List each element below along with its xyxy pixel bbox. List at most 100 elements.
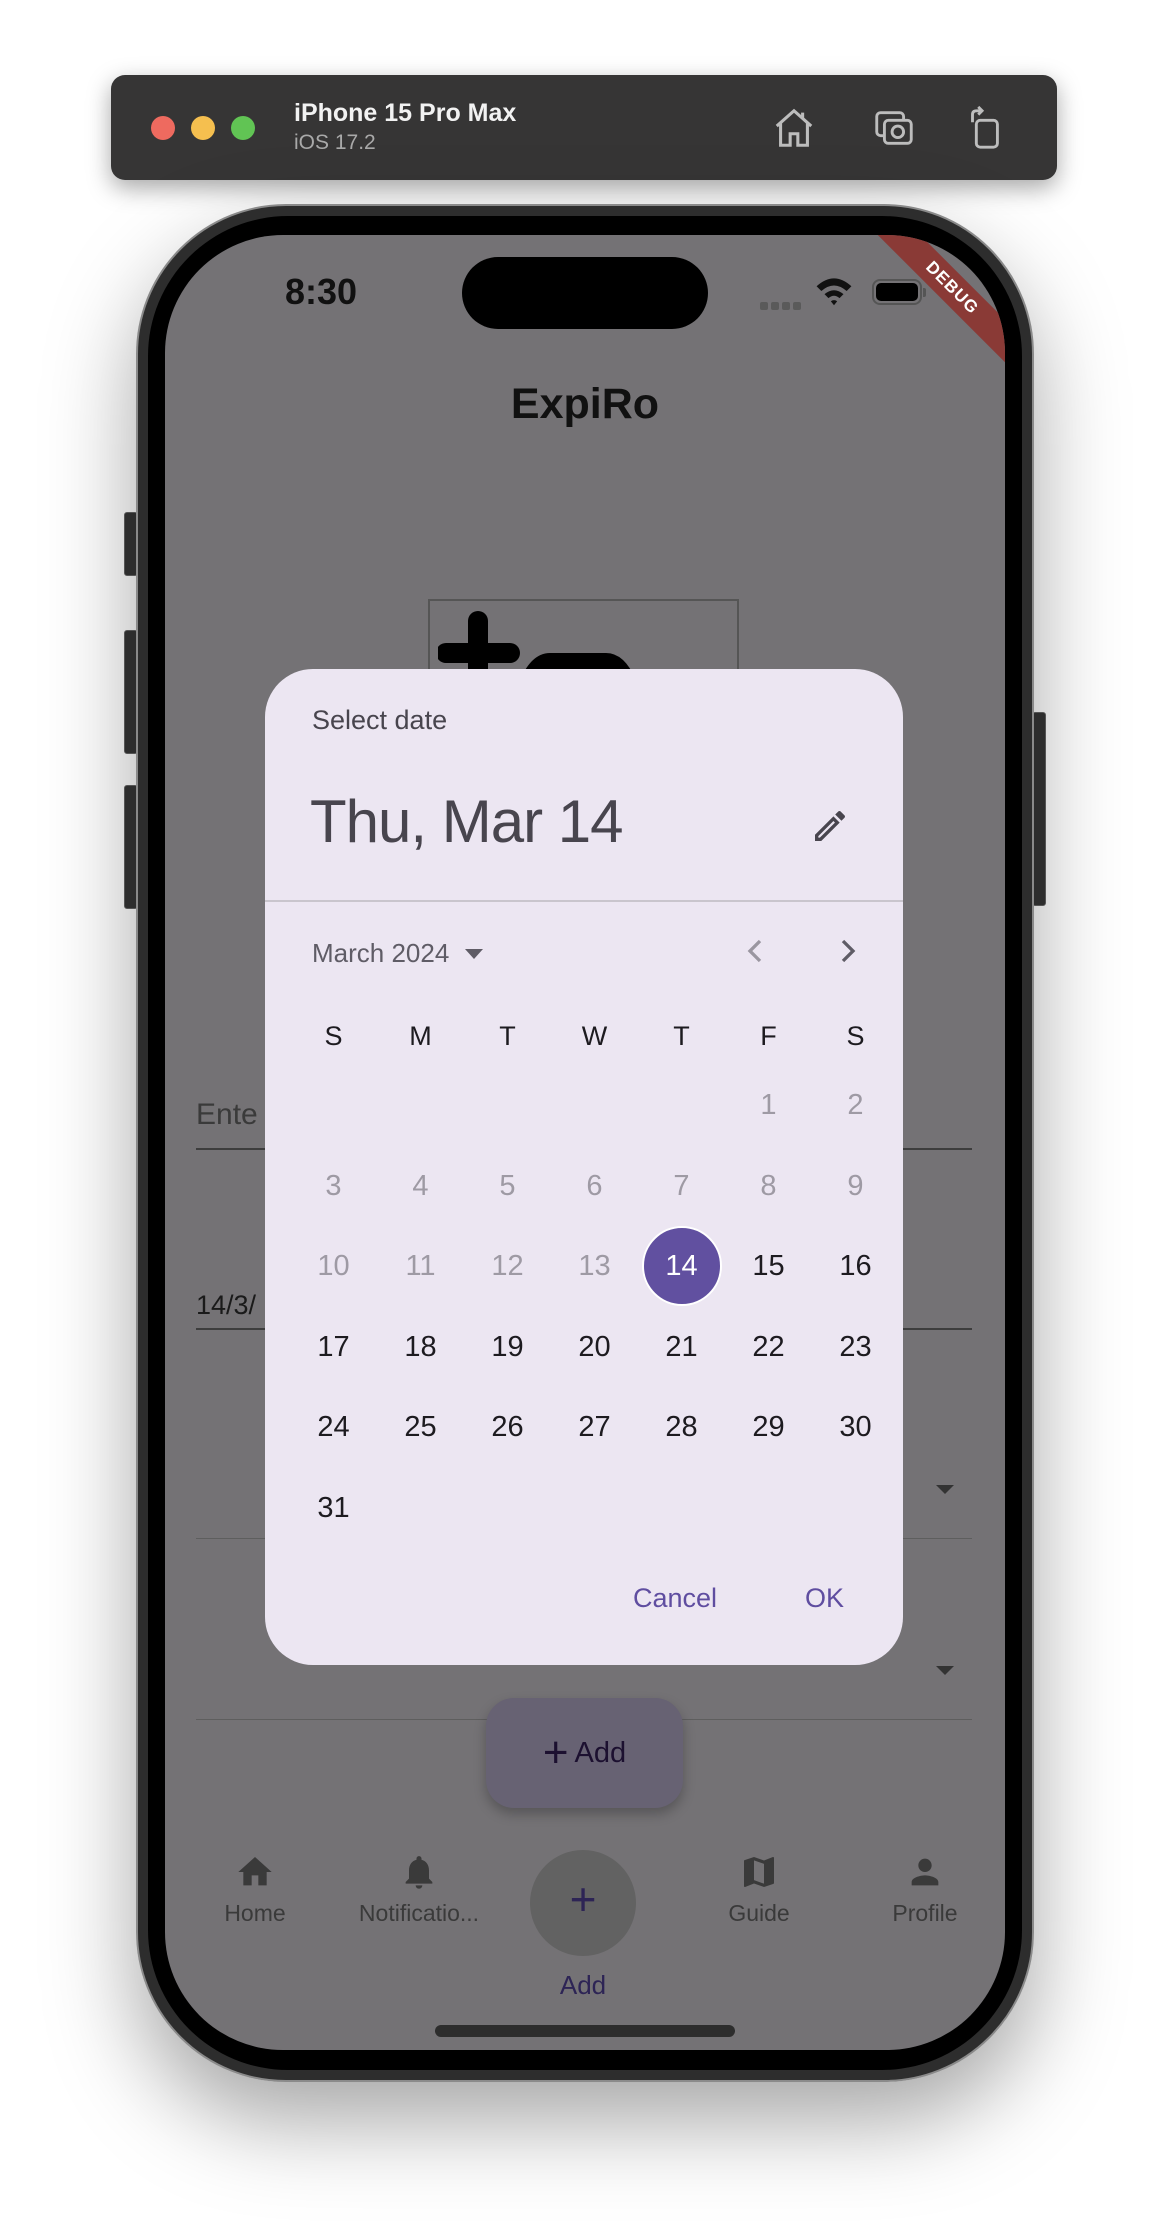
day-number: 7 bbox=[673, 1169, 690, 1202]
cancel-button[interactable]: Cancel bbox=[633, 1583, 717, 1614]
month-year-selector[interactable]: March 2024 bbox=[312, 938, 484, 969]
day-cell: 11 bbox=[377, 1226, 464, 1306]
day-number: 16 bbox=[839, 1250, 872, 1282]
nav-label-add: Add bbox=[559, 1970, 607, 2000]
add-item-button[interactable]: + Add bbox=[486, 1698, 683, 1808]
day-cell[interactable]: 15 bbox=[725, 1226, 812, 1306]
day-number: 5 bbox=[499, 1169, 516, 1202]
bottom-nav: Home Notificatio... + Add Guide Profile bbox=[165, 1830, 1005, 2010]
day-number: 19 bbox=[491, 1330, 524, 1363]
zoom-window-button[interactable] bbox=[231, 116, 255, 140]
day-cell[interactable]: 24 bbox=[290, 1387, 377, 1467]
dropdown-arrow-icon bbox=[465, 948, 484, 959]
day-cell: 4 bbox=[377, 1146, 464, 1226]
person-icon bbox=[911, 1858, 939, 1886]
nav-label: Guide bbox=[728, 1900, 790, 1926]
day-cell: 5 bbox=[464, 1146, 551, 1226]
weekday-header: M bbox=[409, 1021, 432, 1051]
weekday-header: T bbox=[673, 1021, 690, 1051]
day-number: 22 bbox=[752, 1330, 785, 1363]
day-number: 24 bbox=[317, 1411, 350, 1443]
day-number: 14 bbox=[641, 1226, 722, 1306]
day-cell[interactable]: 26 bbox=[464, 1387, 551, 1467]
day-number: 13 bbox=[578, 1250, 611, 1282]
name-field-text: Ente bbox=[196, 1098, 258, 1131]
day-number: 23 bbox=[839, 1330, 872, 1363]
day-cell[interactable]: 27 bbox=[551, 1387, 638, 1467]
weekday-header: S bbox=[846, 1021, 865, 1051]
nav-item-add[interactable]: + bbox=[530, 1850, 636, 1956]
day-cell[interactable]: 16 bbox=[812, 1226, 899, 1306]
dialog-header-label: Select date bbox=[312, 705, 448, 735]
weekday-header: F bbox=[760, 1021, 777, 1051]
day-number: 3 bbox=[325, 1169, 342, 1202]
day-number: 18 bbox=[404, 1330, 437, 1363]
date-picker-dialog: Select date Thu, Mar 14 March 2024 S M T W T… bbox=[265, 669, 903, 1665]
day-cell[interactable]: 28 bbox=[638, 1387, 725, 1467]
home-indicator[interactable] bbox=[435, 2025, 735, 2037]
day-cell: 8 bbox=[725, 1146, 812, 1226]
nav-item-home[interactable]: Home bbox=[175, 1830, 335, 1927]
day-number: 31 bbox=[317, 1491, 350, 1524]
minimize-window-button[interactable] bbox=[191, 116, 215, 140]
ok-button[interactable]: OK bbox=[805, 1583, 844, 1614]
day-cell: 13 bbox=[551, 1226, 638, 1306]
close-window-button[interactable] bbox=[151, 116, 175, 140]
wifi-icon bbox=[816, 278, 852, 306]
day-number: 12 bbox=[491, 1250, 524, 1282]
next-month-button[interactable] bbox=[828, 931, 868, 971]
day-cell[interactable]: 23 bbox=[812, 1307, 899, 1387]
day-cell[interactable]: 25 bbox=[377, 1387, 464, 1467]
power-button bbox=[1032, 712, 1046, 906]
dialog-divider bbox=[265, 900, 903, 902]
home-icon bbox=[238, 1857, 272, 1886]
rotate-icon[interactable] bbox=[961, 105, 1007, 151]
dialog-actions: Cancel OK bbox=[265, 1583, 903, 1633]
pencil-icon[interactable] bbox=[810, 806, 850, 846]
day-cell[interactable]: 20 bbox=[551, 1307, 638, 1387]
day-number: 17 bbox=[317, 1330, 350, 1363]
day-cell: 3 bbox=[290, 1146, 377, 1226]
app-title: ExpiRo bbox=[510, 380, 660, 428]
day-cell[interactable]: 17 bbox=[290, 1307, 377, 1387]
day-number: 20 bbox=[578, 1330, 611, 1363]
plus-icon: + bbox=[542, 1728, 569, 1777]
previous-month-button[interactable] bbox=[735, 931, 775, 971]
nav-item-notifications[interactable]: Notificatio... bbox=[339, 1830, 499, 1927]
simulator-toolbar: iPhone 15 Pro Max iOS 17.2 bbox=[111, 75, 1057, 180]
device-name: iPhone 15 Pro Max bbox=[294, 99, 517, 127]
bell-icon bbox=[405, 1856, 433, 1889]
day-cell: 9 bbox=[812, 1146, 899, 1226]
nav-label: Profile bbox=[892, 1900, 958, 1926]
day-number: 30 bbox=[839, 1411, 872, 1443]
day-cell[interactable]: 22 bbox=[725, 1307, 812, 1387]
day-cell[interactable]: 19 bbox=[464, 1307, 551, 1387]
day-cell[interactable]: 29 bbox=[725, 1387, 812, 1467]
selected-date-headline: Thu, Mar 14 bbox=[310, 788, 623, 855]
day-cell-selected[interactable]: 14 bbox=[638, 1226, 725, 1306]
os-version: iOS 17.2 bbox=[294, 131, 376, 154]
date-field-text: 14/3/ bbox=[196, 1290, 257, 1320]
day-number: 25 bbox=[404, 1411, 437, 1443]
day-cell[interactable]: 31 bbox=[290, 1468, 377, 1548]
day-cell[interactable]: 18 bbox=[377, 1307, 464, 1387]
day-cell[interactable]: 30 bbox=[812, 1387, 899, 1467]
status-time: 8:30 bbox=[285, 271, 358, 312]
weekday-header: T bbox=[499, 1021, 516, 1051]
screenshot-icon[interactable] bbox=[871, 105, 917, 151]
day-number: 10 bbox=[317, 1250, 350, 1282]
day-number: 29 bbox=[752, 1411, 785, 1443]
day-cell: 1 bbox=[725, 1065, 812, 1145]
month-year-label: March 2024 bbox=[312, 938, 450, 968]
nav-item-guide[interactable]: Guide bbox=[679, 1830, 839, 1927]
day-cell: 2 bbox=[812, 1065, 899, 1145]
day-cell: 12 bbox=[464, 1226, 551, 1306]
dropdown-arrow-icon bbox=[936, 1666, 954, 1675]
day-number: 11 bbox=[405, 1250, 436, 1282]
day-cell[interactable]: 21 bbox=[638, 1307, 725, 1387]
day-number: 28 bbox=[665, 1411, 698, 1443]
plus-icon: + bbox=[569, 1873, 597, 1925]
nav-item-profile[interactable]: Profile bbox=[845, 1830, 1005, 1927]
home-icon[interactable] bbox=[771, 105, 817, 151]
day-number: 4 bbox=[412, 1169, 429, 1202]
